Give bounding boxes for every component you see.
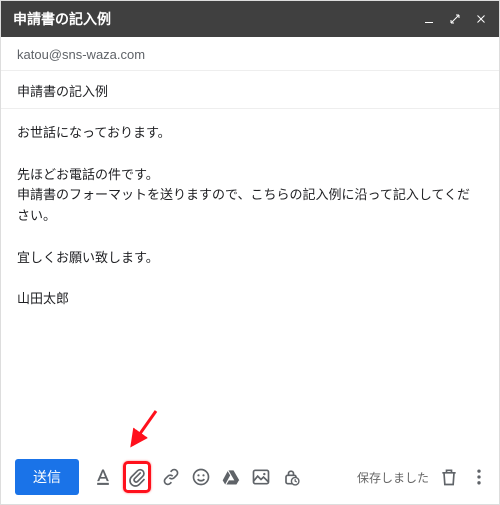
window-controls	[423, 13, 487, 25]
to-field[interactable]: katou@sns-waza.com	[1, 37, 499, 71]
confidential-icon[interactable]	[281, 467, 301, 487]
drive-icon[interactable]	[221, 467, 241, 487]
body-field[interactable]: お世話になっております。 先ほどお電話の件です。 申請書のフォーマットを送ります…	[1, 109, 499, 450]
compose-header: 申請書の記入例	[1, 1, 499, 37]
close-icon[interactable]	[475, 13, 487, 25]
photo-icon[interactable]	[251, 467, 271, 487]
compose-window: 申請書の記入例 katou@sns-waza.com 申請書の記入例 お世話にな…	[0, 0, 500, 505]
bottom-right-group: 保存しました	[357, 467, 489, 487]
minimize-icon[interactable]	[423, 13, 435, 25]
link-icon[interactable]	[161, 467, 181, 487]
send-button[interactable]: 送信	[15, 459, 79, 495]
bottom-toolbar: 送信	[1, 450, 499, 504]
subject-value: 申請書の記入例	[17, 84, 108, 99]
compose-tools	[93, 461, 301, 493]
compose-title: 申請書の記入例	[13, 9, 111, 29]
to-value: katou@sns-waza.com	[17, 47, 145, 62]
trash-icon[interactable]	[439, 467, 459, 487]
emoji-icon[interactable]	[191, 467, 211, 487]
more-icon[interactable]	[469, 467, 489, 487]
subject-field[interactable]: 申請書の記入例	[1, 71, 499, 109]
formatting-icon[interactable]	[93, 467, 113, 487]
attach-highlight-box	[123, 461, 151, 493]
saved-status: 保存しました	[357, 469, 429, 486]
body-text: お世話になっております。 先ほどお電話の件です。 申請書のフォーマットを送ります…	[17, 125, 470, 306]
paperclip-icon[interactable]	[127, 467, 147, 487]
fullscreen-icon[interactable]	[449, 13, 461, 25]
